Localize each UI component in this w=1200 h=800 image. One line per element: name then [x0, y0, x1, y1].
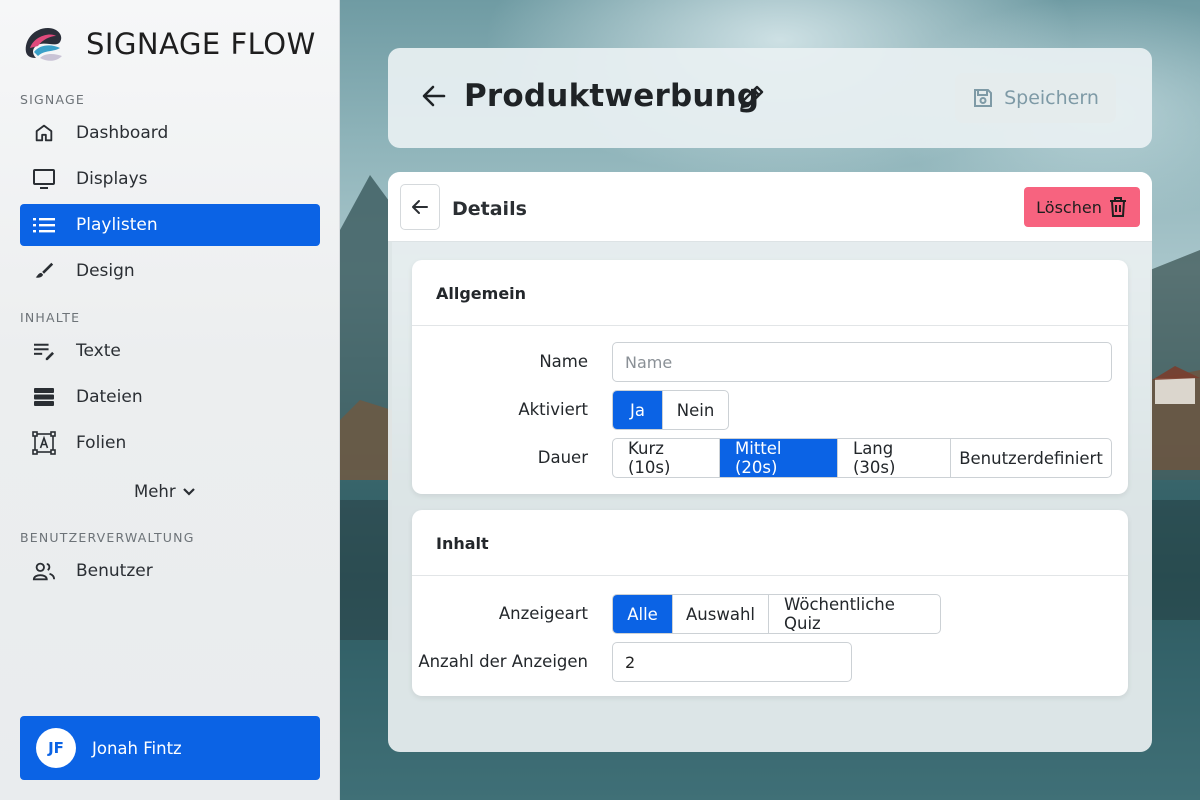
user-profile-button[interactable]: JF Jonah Fintz	[20, 716, 320, 780]
sidebar-item-benutzer[interactable]: Benutzer	[20, 550, 320, 592]
monitor-icon	[32, 167, 56, 191]
display-type-toggle-group: Alle Auswahl Wöchentliche Quiz	[612, 594, 941, 634]
sidebar-item-displays[interactable]: Displays	[20, 158, 320, 200]
page-header: Produktwerbung Speichern	[388, 48, 1152, 148]
sidebar-item-label: Benutzer	[76, 561, 153, 581]
display-type-option-all[interactable]: Alle	[613, 595, 672, 633]
sidebar-item-label: Dashboard	[76, 123, 169, 143]
avatar: JF	[36, 728, 76, 768]
details-back-button[interactable]	[400, 184, 440, 230]
brand-logo-icon	[20, 22, 68, 66]
general-panel-title: Allgemein	[412, 260, 1128, 326]
save-button[interactable]: Speichern	[955, 73, 1116, 123]
general-panel: Allgemein Name Aktiviert Ja Nein Dauer K…	[412, 260, 1128, 494]
count-input[interactable]	[612, 642, 852, 682]
more-toggle[interactable]: Mehr	[134, 482, 196, 501]
save-label: Speichern	[1004, 87, 1099, 109]
section-label-signage: SIGNAGE	[20, 92, 85, 107]
duration-label: Dauer	[537, 448, 588, 467]
content-panel-title: Inhalt	[412, 510, 1128, 576]
delete-label: Löschen	[1036, 197, 1102, 217]
back-arrow-icon[interactable]	[420, 82, 448, 115]
delete-button[interactable]: Löschen	[1024, 187, 1140, 227]
name-input[interactable]	[612, 342, 1112, 382]
sidebar-item-label: Dateien	[76, 387, 143, 407]
brand: SIGNAGE FLOW	[20, 22, 316, 66]
sidebar-item-playlisten[interactable]: Playlisten	[20, 204, 320, 246]
details-toolbar: Details Löschen	[388, 172, 1152, 242]
active-option-yes[interactable]: Ja	[613, 391, 662, 429]
content-panel: Inhalt Anzeigeart Alle Auswahl Wöchentli…	[412, 510, 1128, 696]
sidebar-item-design[interactable]: Design	[20, 250, 320, 292]
list-icon	[32, 213, 56, 237]
sidebar-item-label: Design	[76, 261, 135, 281]
sidebar-item-label: Folien	[76, 433, 127, 453]
display-type-option-selection[interactable]: Auswahl	[672, 595, 768, 633]
text-edit-icon	[32, 339, 56, 363]
user-name: Jonah Fintz	[92, 738, 182, 758]
storage-icon	[32, 385, 56, 409]
more-label: Mehr	[134, 482, 176, 501]
trash-icon	[1109, 197, 1126, 217]
pencil-icon[interactable]	[738, 83, 766, 116]
sidebar-item-label: Playlisten	[76, 215, 158, 235]
sidebar-item-folien[interactable]: Folien	[20, 422, 320, 464]
slide-frame-icon	[32, 431, 56, 455]
active-option-no[interactable]: Nein	[662, 391, 728, 429]
display-type-label: Anzeigeart	[498, 604, 588, 623]
chevron-down-icon	[182, 487, 195, 496]
details-card: Details Löschen Allgemein Name Aktiviert…	[388, 172, 1152, 752]
brush-icon	[32, 259, 56, 283]
active-toggle-group: Ja Nein	[612, 390, 729, 430]
page-title: Produktwerbung	[464, 78, 760, 114]
sidebar-item-label: Texte	[76, 341, 121, 361]
duration-toggle-group: Kurz (10s) Mittel (20s) Lang (30s) Benut…	[612, 438, 1112, 478]
floppy-disk-icon	[974, 89, 993, 107]
sidebar-item-dashboard[interactable]: Dashboard	[20, 112, 320, 154]
home-icon	[32, 121, 56, 145]
details-title: Details	[452, 198, 527, 220]
duration-option-custom[interactable]: Benutzerdefiniert	[950, 439, 1111, 477]
brand-name: SIGNAGE FLOW	[86, 27, 316, 61]
duration-option-medium[interactable]: Mittel (20s)	[719, 439, 837, 477]
duration-option-short[interactable]: Kurz (10s)	[613, 439, 719, 477]
section-label-benutzerverwaltung: BENUTZERVERWALTUNG	[20, 530, 195, 545]
sidebar: SIGNAGE FLOW SIGNAGE Dashboard Displays …	[0, 0, 340, 800]
section-label-inhalte: INHALTE	[20, 310, 81, 325]
name-label: Name	[539, 352, 588, 371]
arrow-left-icon	[412, 200, 428, 214]
users-icon	[32, 559, 56, 583]
sidebar-item-dateien[interactable]: Dateien	[20, 376, 320, 418]
display-type-option-weekly-quiz[interactable]: Wöchentliche Quiz	[768, 595, 940, 633]
sidebar-item-label: Displays	[76, 169, 148, 189]
duration-option-long[interactable]: Lang (30s)	[837, 439, 950, 477]
sidebar-item-texte[interactable]: Texte	[20, 330, 320, 372]
active-label: Aktiviert	[518, 400, 588, 419]
count-label: Anzahl der Anzeigen	[418, 652, 588, 671]
